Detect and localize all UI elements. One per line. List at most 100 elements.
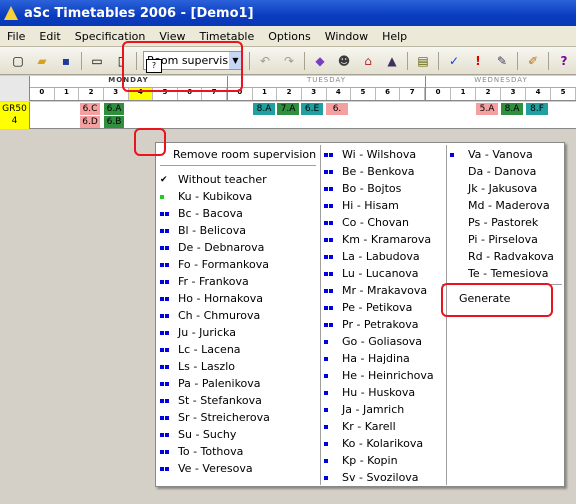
teacher-item[interactable]: Fr - Frankova — [160, 273, 249, 290]
teacher-item[interactable]: Te - Temesiova — [450, 265, 548, 282]
teacher-item[interactable]: Ju - Juricka — [160, 324, 236, 341]
lesson-card[interactable]: 7.A — [277, 103, 299, 115]
teacher-marker-icon — [160, 464, 178, 474]
teacher-label: Rd - Radvakova — [468, 250, 554, 263]
teacher-item[interactable]: Da - Danova — [450, 163, 536, 180]
class-cell[interactable]: GR50 4 — [0, 102, 30, 129]
teacher-item[interactable]: He - Heinrichova — [324, 367, 434, 384]
teacher-label: La - Labudova — [342, 250, 420, 263]
teacher-label: Pe - Petikova — [342, 301, 413, 314]
teacher-item[interactable]: Bo - Bojtos — [324, 180, 401, 197]
lesson-card[interactable]: 6.A — [104, 103, 124, 115]
teacher-marker-icon — [160, 277, 178, 287]
day-name: WEDNESDAY — [426, 76, 576, 88]
teacher-item[interactable]: Hi - Hisam — [324, 197, 399, 214]
teacher-item[interactable]: Pr - Petrakova — [324, 316, 418, 333]
teacher-item[interactable]: Pi - Pirselova — [450, 231, 538, 248]
teacher-item[interactable]: Mr - Mrakavova — [324, 282, 427, 299]
lesson-card[interactable]: 6.D — [80, 116, 100, 128]
teacher-label: Sv - Svozilova — [342, 471, 419, 484]
teacher-item[interactable]: Lc - Lacena — [160, 341, 241, 358]
lesson-card[interactable]: 8.A — [253, 103, 275, 115]
without-teacher-item[interactable]: ✔ Without teacher — [160, 171, 267, 188]
lesson-card[interactable]: 8.F — [526, 103, 548, 115]
warning-icon[interactable]: ! — [469, 52, 487, 70]
menu-file[interactable]: File — [0, 30, 32, 43]
teacher-marker-icon — [324, 303, 342, 313]
teacher-item[interactable]: Su - Suchy — [160, 426, 236, 443]
check-icon[interactable]: ✓ — [445, 52, 463, 70]
save-icon[interactable]: ▪ — [57, 52, 75, 70]
subjects-cube-icon[interactable]: ◆ — [311, 52, 329, 70]
lesson-card[interactable]: 6.C — [80, 103, 100, 115]
teacher-item[interactable]: Go - Goliasova — [324, 333, 422, 350]
teacher-item[interactable]: Kp - Kopin — [324, 452, 398, 469]
teacher-item[interactable]: Be - Benkova — [324, 163, 415, 180]
lesson-card[interactable]: 8.A — [501, 103, 523, 115]
teacher-item[interactable]: Ja - Jamrich — [324, 401, 404, 418]
teacher-label: Km - Kramarova — [342, 233, 432, 246]
teacher-item[interactable]: Ko - Kolarikova — [324, 435, 423, 452]
teacher-item[interactable]: Va - Vanova — [450, 146, 533, 163]
highlight-mode-dropdown — [122, 41, 243, 92]
rooms-icon[interactable]: ▲ — [383, 52, 401, 70]
teacher-item[interactable]: Rd - Radvakova — [450, 248, 554, 265]
teacher-item[interactable]: Wi - Wilshova — [324, 146, 416, 163]
teacher-item[interactable]: Ch - Chmurova — [160, 307, 260, 324]
undo-icon[interactable]: ↶ — [256, 52, 274, 70]
teacher-item[interactable]: Ls - Laszlo — [160, 358, 235, 375]
teacher-item[interactable]: Bl - Belicova — [160, 222, 246, 239]
pencil-settings-icon[interactable]: ✐ — [524, 52, 542, 70]
lesson-card[interactable]: 5.A — [476, 103, 498, 115]
teacher-item[interactable]: Ho - Hornakova — [160, 290, 263, 307]
teacher-item[interactable]: Ve - Veresova — [160, 460, 253, 477]
teacher-marker-icon — [324, 337, 342, 347]
print-icon[interactable]: ▭ — [88, 52, 106, 70]
teacher-marker-icon — [160, 226, 178, 236]
teacher-item[interactable]: Fo - Formankova — [160, 256, 269, 273]
teacher-item[interactable]: St - Stefankova — [160, 392, 262, 409]
teachers-icon[interactable]: ☻ — [335, 52, 353, 70]
teacher-label: Hu - Huskova — [342, 386, 416, 399]
period-label: 3 — [501, 88, 526, 100]
menu-options[interactable]: Options — [261, 30, 317, 43]
menu-help[interactable]: Help — [375, 30, 414, 43]
teacher-marker-icon — [160, 413, 178, 423]
teacher-item[interactable]: La - Labudova — [324, 248, 420, 265]
teacher-item[interactable]: Lu - Lucanova — [324, 265, 419, 282]
teacher-marker-icon — [324, 201, 342, 211]
teacher-item[interactable]: Sv - Svozilova — [324, 469, 419, 486]
lessons-icon[interactable]: ▤ — [414, 52, 432, 70]
teacher-item[interactable]: Jk - Jakusova — [450, 180, 537, 197]
classes-icon[interactable]: ⌂ — [359, 52, 377, 70]
teacher-item[interactable]: To - Tothova — [160, 443, 243, 460]
menu-window[interactable]: Window — [318, 30, 375, 43]
teacher-label: Kr - Karell — [342, 420, 396, 433]
teacher-item[interactable]: Sr - Streicherova — [160, 409, 270, 426]
teacher-label: Mr - Mrakavova — [342, 284, 428, 297]
lesson-card[interactable]: 6. — [326, 103, 348, 115]
edit-icon[interactable]: ✎ — [493, 52, 511, 70]
teacher-item[interactable]: Ps - Pastorek — [450, 214, 538, 231]
teacher-item[interactable]: Co - Chovan — [324, 214, 409, 231]
teacher-item[interactable]: Md - Maderova — [450, 197, 550, 214]
check-icon: ✔ — [160, 174, 168, 185]
lesson-card[interactable]: 6.E — [301, 103, 323, 115]
teacher-marker-icon — [160, 192, 178, 202]
help-icon[interactable]: ? — [555, 52, 573, 70]
teacher-item[interactable]: Kr - Karell — [324, 418, 396, 435]
teacher-item[interactable]: De - Debnarova — [160, 239, 264, 256]
teacher-item[interactable]: Km - Kramarova — [324, 231, 431, 248]
teacher-item[interactable]: Pa - Palenikova — [160, 375, 261, 392]
open-folder-icon[interactable]: ▰ — [33, 52, 51, 70]
teacher-item[interactable]: Ku - Kubikova — [160, 188, 252, 205]
teacher-item[interactable]: Ha - Hajdina — [324, 350, 410, 367]
teacher-item[interactable]: Pe - Petikova — [324, 299, 412, 316]
lesson-card[interactable]: 6.B — [104, 116, 124, 128]
menu-edit[interactable]: Edit — [32, 30, 67, 43]
new-file-icon[interactable]: ▢ — [9, 52, 27, 70]
remove-room-supervision-item[interactable]: Remove room supervision — [173, 146, 316, 163]
teacher-item[interactable]: Hu - Huskova — [324, 384, 415, 401]
redo-icon[interactable]: ↷ — [280, 52, 298, 70]
teacher-item[interactable]: Bc - Bacova — [160, 205, 243, 222]
